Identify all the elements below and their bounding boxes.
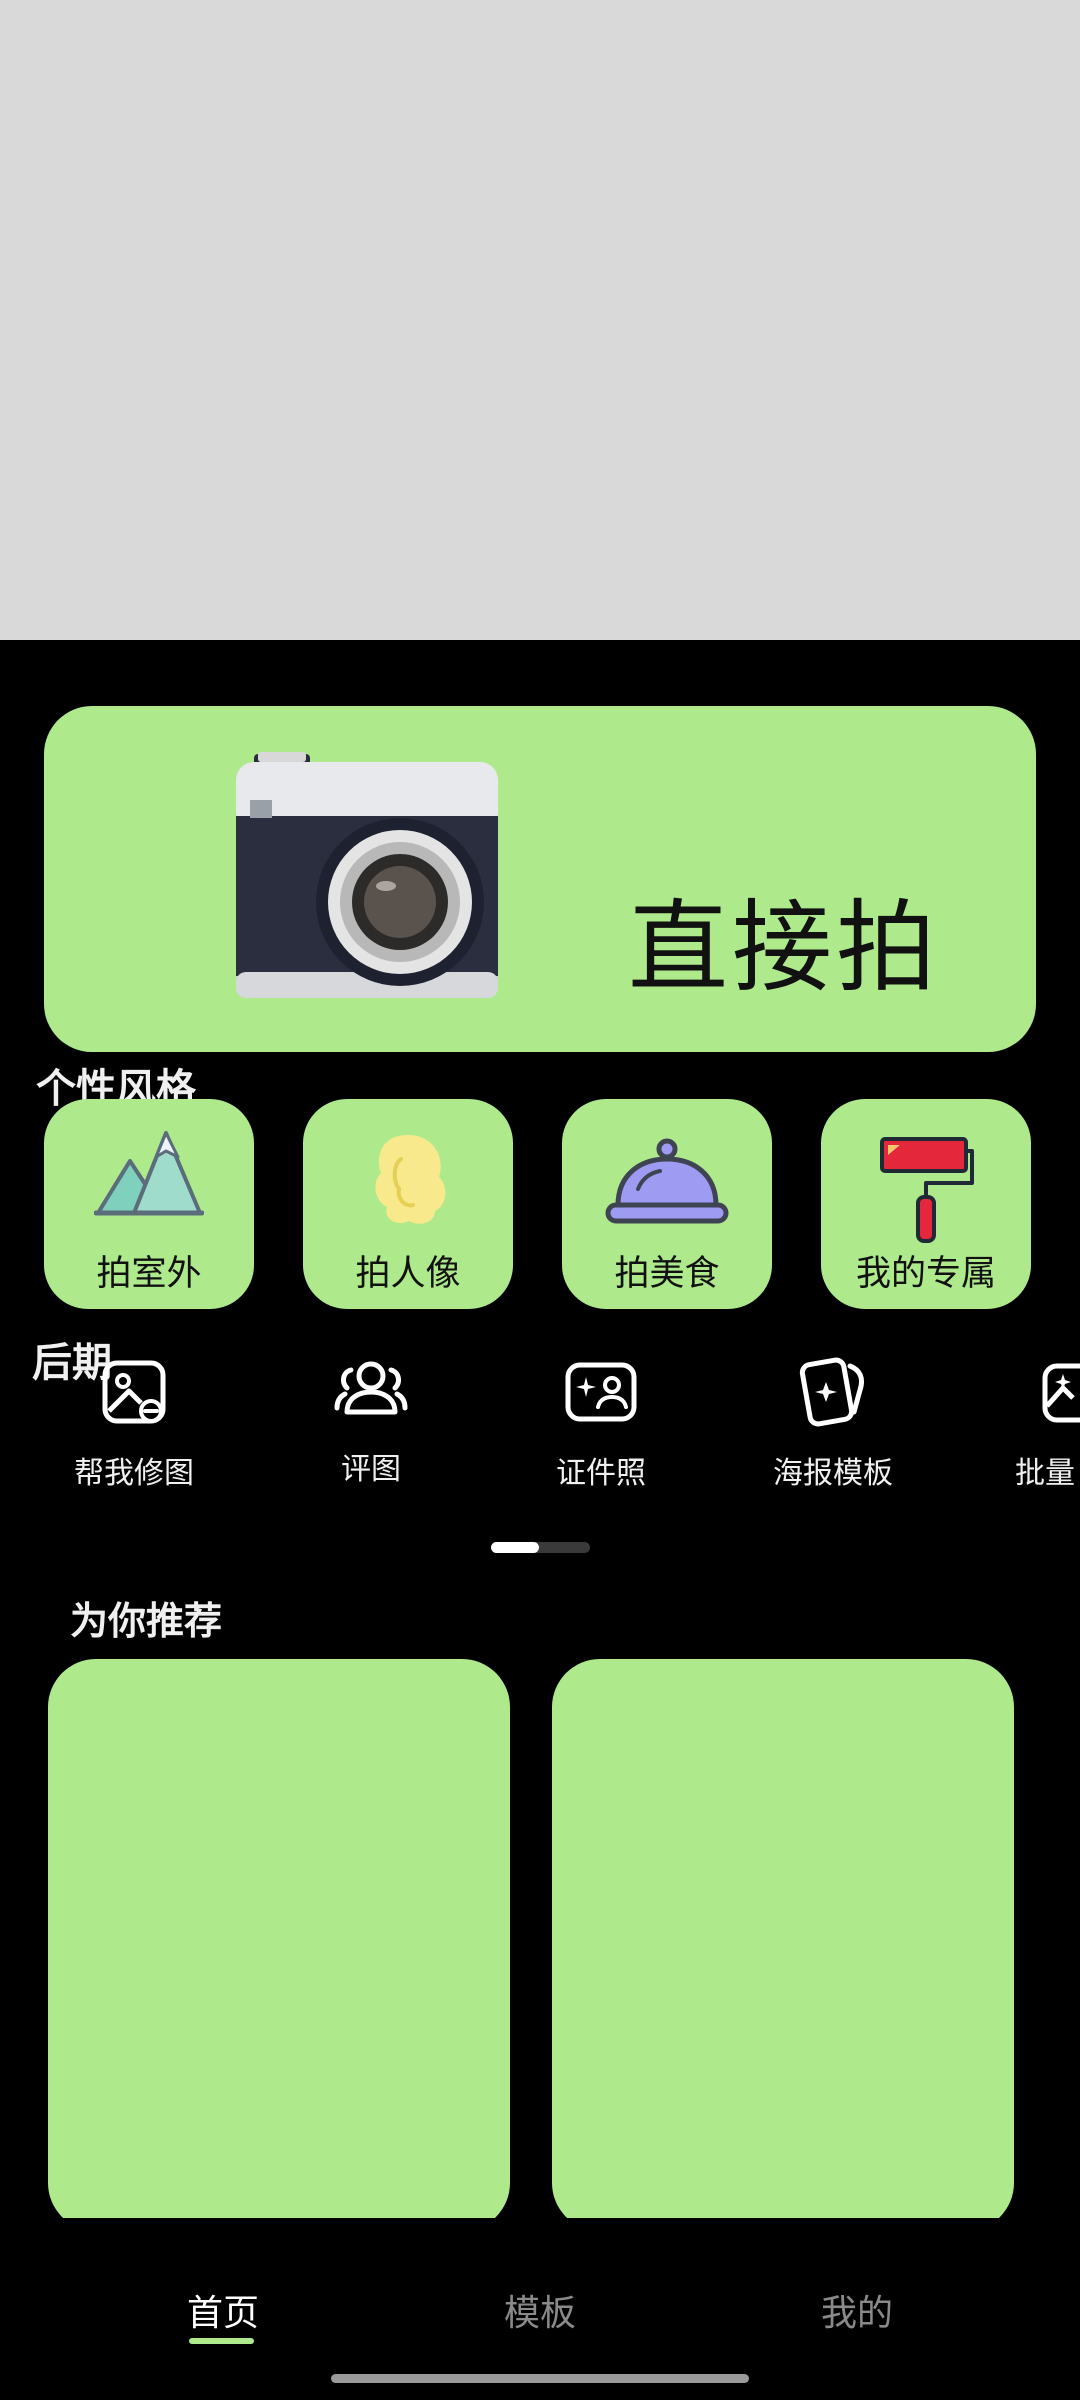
photo-edit-icon [102,1360,166,1424]
top-placeholder-area [0,0,1080,640]
tool-poster-template[interactable]: 海报模板 [748,1352,918,1492]
recommend-section-title: 为你推荐 [70,1599,223,1643]
tool-label: 评图 [341,1452,401,1487]
tool-label: 证件照 [556,1456,646,1491]
style-card-label: 拍人像 [355,1254,461,1294]
recommend-card[interactable] [552,1659,1014,2231]
tool-batch-edit[interactable]: 批量 [985,1352,1080,1492]
direct-shoot-card[interactable]: 直接拍 [44,706,1036,1052]
style-card-portrait[interactable]: 拍人像 [303,1099,513,1309]
mountain-icon [94,1131,204,1216]
style-card-custom[interactable]: 我的专属 [821,1099,1031,1309]
bottom-nav: 首页 模板 我的 [0,2218,1080,2400]
style-card-label: 拍室外 [96,1254,202,1294]
nav-templates[interactable]: 模板 [440,2284,640,2336]
nav-mine[interactable]: 我的 [757,2284,957,2336]
style-card-food[interactable]: 拍美食 [562,1099,772,1309]
style-card-outdoor[interactable]: 拍室外 [44,1099,254,1309]
id-photo-icon [565,1362,637,1422]
tool-id-photo[interactable]: 证件照 [516,1352,686,1492]
tool-review[interactable]: 评图 [286,1348,456,1488]
nav-home[interactable]: 首页 [123,2284,323,2336]
tool-photo-edit[interactable]: 帮我修图 [49,1352,219,1492]
pager-active-dot [491,1542,539,1553]
camera-icon [236,752,498,998]
tools-pager-indicator [491,1542,590,1553]
recommend-card[interactable] [48,1659,510,2231]
style-card-label: 拍美食 [614,1254,720,1294]
portrait-icon [375,1135,446,1224]
batch-edit-icon [1042,1363,1080,1423]
tool-label: 批量 [1015,1456,1075,1491]
food-cloche-icon [605,1138,729,1224]
home-indicator-bar[interactable] [331,2374,749,2383]
nav-active-indicator [189,2338,254,2344]
style-card-label: 我的专属 [855,1254,996,1294]
tool-label: 帮我修图 [74,1456,194,1491]
poster-icon [799,1357,865,1427]
direct-shoot-title: 直接拍 [628,889,940,1006]
users-icon [334,1361,408,1415]
tool-label: 海报模板 [773,1456,893,1491]
paint-roller-icon [880,1137,974,1243]
